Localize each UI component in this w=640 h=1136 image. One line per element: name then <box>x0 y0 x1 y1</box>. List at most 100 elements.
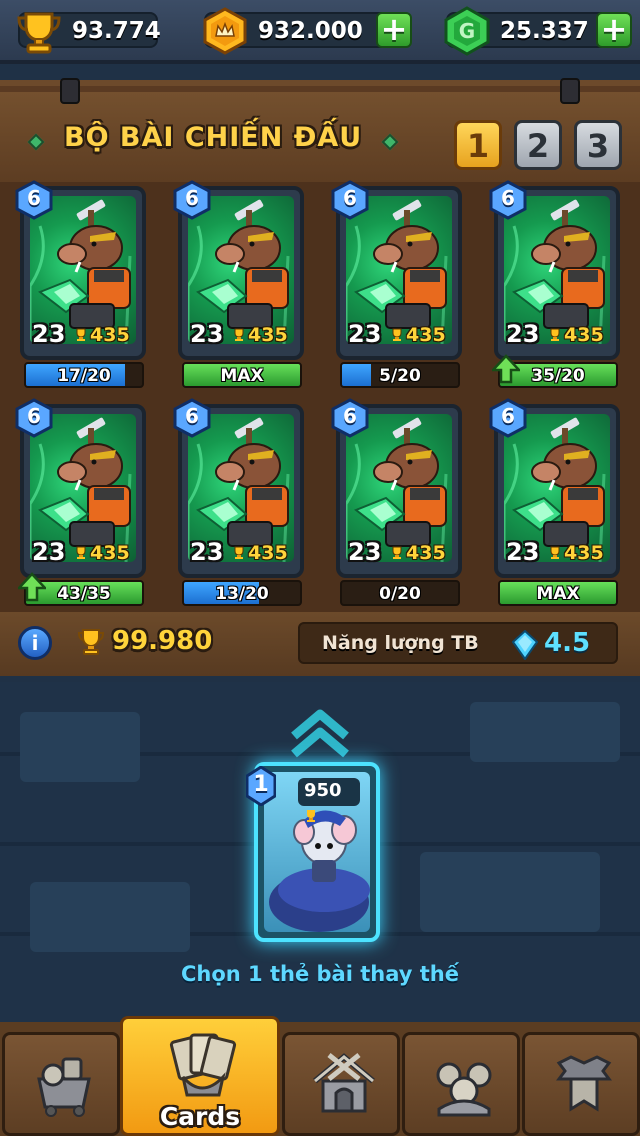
gold-count: 932.000 <box>258 18 363 44</box>
deck-card[interactable]: 6 23 435 <box>15 398 146 578</box>
card-progress-bar: 17/20 <box>24 362 144 388</box>
card-cost: 23 <box>348 320 382 348</box>
gem-count: 25.337 <box>500 18 589 44</box>
card-level: 6 <box>343 404 357 428</box>
average-energy-value: 4.5 <box>544 628 591 658</box>
selected-card[interactable]: 1 950 <box>245 762 380 942</box>
card-trophies: 435 <box>232 324 288 346</box>
gold-counter: 932.000 + <box>203 7 412 55</box>
card-trophies: 435 <box>390 324 446 346</box>
selected-card-level-badge: 1 <box>245 765 277 807</box>
nav-shop[interactable] <box>2 1032 120 1136</box>
buy-gold-button[interactable]: + <box>376 12 412 48</box>
card-level: 6 <box>501 404 515 428</box>
wall-brick <box>420 852 600 932</box>
card-progress-bar: 0/20 <box>340 580 460 606</box>
trophy-icon <box>550 328 560 341</box>
deck-card[interactable]: 6 23 435 <box>331 180 462 360</box>
info-button[interactable]: i <box>18 626 52 660</box>
trophy-icon <box>77 629 105 655</box>
card-cost: 23 <box>190 320 224 348</box>
hanger-hook <box>60 78 80 104</box>
deck-card[interactable]: 6 23 435 <box>489 180 620 360</box>
energy-gem-icon <box>512 630 538 660</box>
card-progress-bar: MAX <box>182 362 302 388</box>
deck-card[interactable]: 6 23 435 <box>15 180 146 360</box>
card-trophy-value: 435 <box>248 324 288 346</box>
trophy-icon <box>17 12 61 54</box>
replace-card-hint: Chọn 1 thẻ bài thay thế <box>181 962 459 986</box>
deck-summary: i 99.980 Năng lượng TB 4.5 <box>0 612 640 676</box>
card-level: 6 <box>185 404 199 428</box>
gold-coin-icon <box>203 7 247 55</box>
trophy-icon <box>234 546 244 559</box>
gem-counter: G 25.337 + <box>444 6 632 56</box>
svg-text:G: G <box>459 19 475 43</box>
wall-brick <box>470 702 620 762</box>
card-progress-text: MAX <box>220 366 264 386</box>
nav-cards[interactable]: Cards <box>120 1016 280 1136</box>
trophy-icon <box>392 328 402 341</box>
card-cost: 23 <box>506 320 540 348</box>
decor-diamond <box>27 133 45 151</box>
shop-cart-icon <box>37 1057 91 1117</box>
card-progress-text: 0/20 <box>379 584 421 604</box>
card-trophies: 435 <box>74 324 130 346</box>
trophy-icon <box>307 810 315 822</box>
average-energy-label: Năng lượng TB <box>322 632 479 654</box>
wall-brick <box>20 712 140 782</box>
card-trophies: 435 <box>548 542 604 564</box>
deck-header: BỘ BÀI CHIẾN ĐẤU 1 2 3 <box>0 78 640 182</box>
selected-card-trophies: 950 <box>298 778 360 822</box>
selected-card-trophy-value: 950 <box>304 780 342 801</box>
card-trophies: 435 <box>548 324 604 346</box>
trophy-icon <box>392 546 402 559</box>
trophy-icon <box>76 546 86 559</box>
card-cost: 23 <box>32 538 66 566</box>
average-energy: Năng lượng TB 4.5 <box>298 622 618 664</box>
card-cost: 23 <box>506 538 540 566</box>
house-icon <box>313 1053 375 1113</box>
card-level-badge: 6 <box>488 398 528 438</box>
card-trophy-value: 435 <box>564 542 604 564</box>
deck-tab-2[interactable]: 2 <box>514 120 562 170</box>
trophy-counter: 93.774 <box>17 12 161 54</box>
hanger-hook <box>560 78 580 104</box>
double-chevron-up-icon <box>291 709 349 758</box>
card-level-badge: 6 <box>172 398 212 438</box>
deck-tab-3[interactable]: 3 <box>574 120 622 170</box>
card-trophy-value: 435 <box>406 324 446 346</box>
selected-card-level: 1 <box>253 772 269 797</box>
buy-gems-button[interactable]: + <box>596 12 632 48</box>
deck-tab-1[interactable]: 1 <box>454 120 502 170</box>
trophy-icon <box>76 328 86 341</box>
card-cost: 23 <box>190 538 224 566</box>
card-trophy-value: 435 <box>564 324 604 346</box>
card-progress-text: MAX <box>536 584 580 604</box>
card-trophy-value: 435 <box>90 324 130 346</box>
upgrade-arrow-icon[interactable] <box>18 572 46 602</box>
deck-card[interactable]: 6 23 435 <box>173 180 304 360</box>
deck-title: BỘ BÀI CHIẾN ĐẤU <box>64 122 363 153</box>
card-level-badge: 6 <box>488 180 528 220</box>
card-trophies: 435 <box>232 542 288 564</box>
nav-events[interactable] <box>522 1032 640 1136</box>
card-level-badge: 6 <box>330 180 370 220</box>
nav-clan[interactable] <box>402 1032 520 1136</box>
card-cost: 23 <box>348 538 382 566</box>
deck-card[interactable]: 6 23 435 <box>331 398 462 578</box>
card-progress-text: 13/20 <box>215 584 269 604</box>
card-trophy-value: 435 <box>248 542 288 564</box>
card-level-badge: 6 <box>330 398 370 438</box>
upgrade-arrow-icon[interactable] <box>492 354 520 384</box>
trophy-count: 93.774 <box>72 18 161 44</box>
card-level: 6 <box>185 186 199 210</box>
card-level-badge: 6 <box>172 180 212 220</box>
card-progress-bar: 5/20 <box>340 362 460 388</box>
clan-icon <box>436 1062 492 1117</box>
nav-home[interactable] <box>282 1032 400 1136</box>
banner-icon <box>556 1055 612 1112</box>
deck-card[interactable]: 6 23 435 <box>173 398 304 578</box>
card-level: 6 <box>27 186 41 210</box>
deck-card[interactable]: 6 23 435 <box>489 398 620 578</box>
